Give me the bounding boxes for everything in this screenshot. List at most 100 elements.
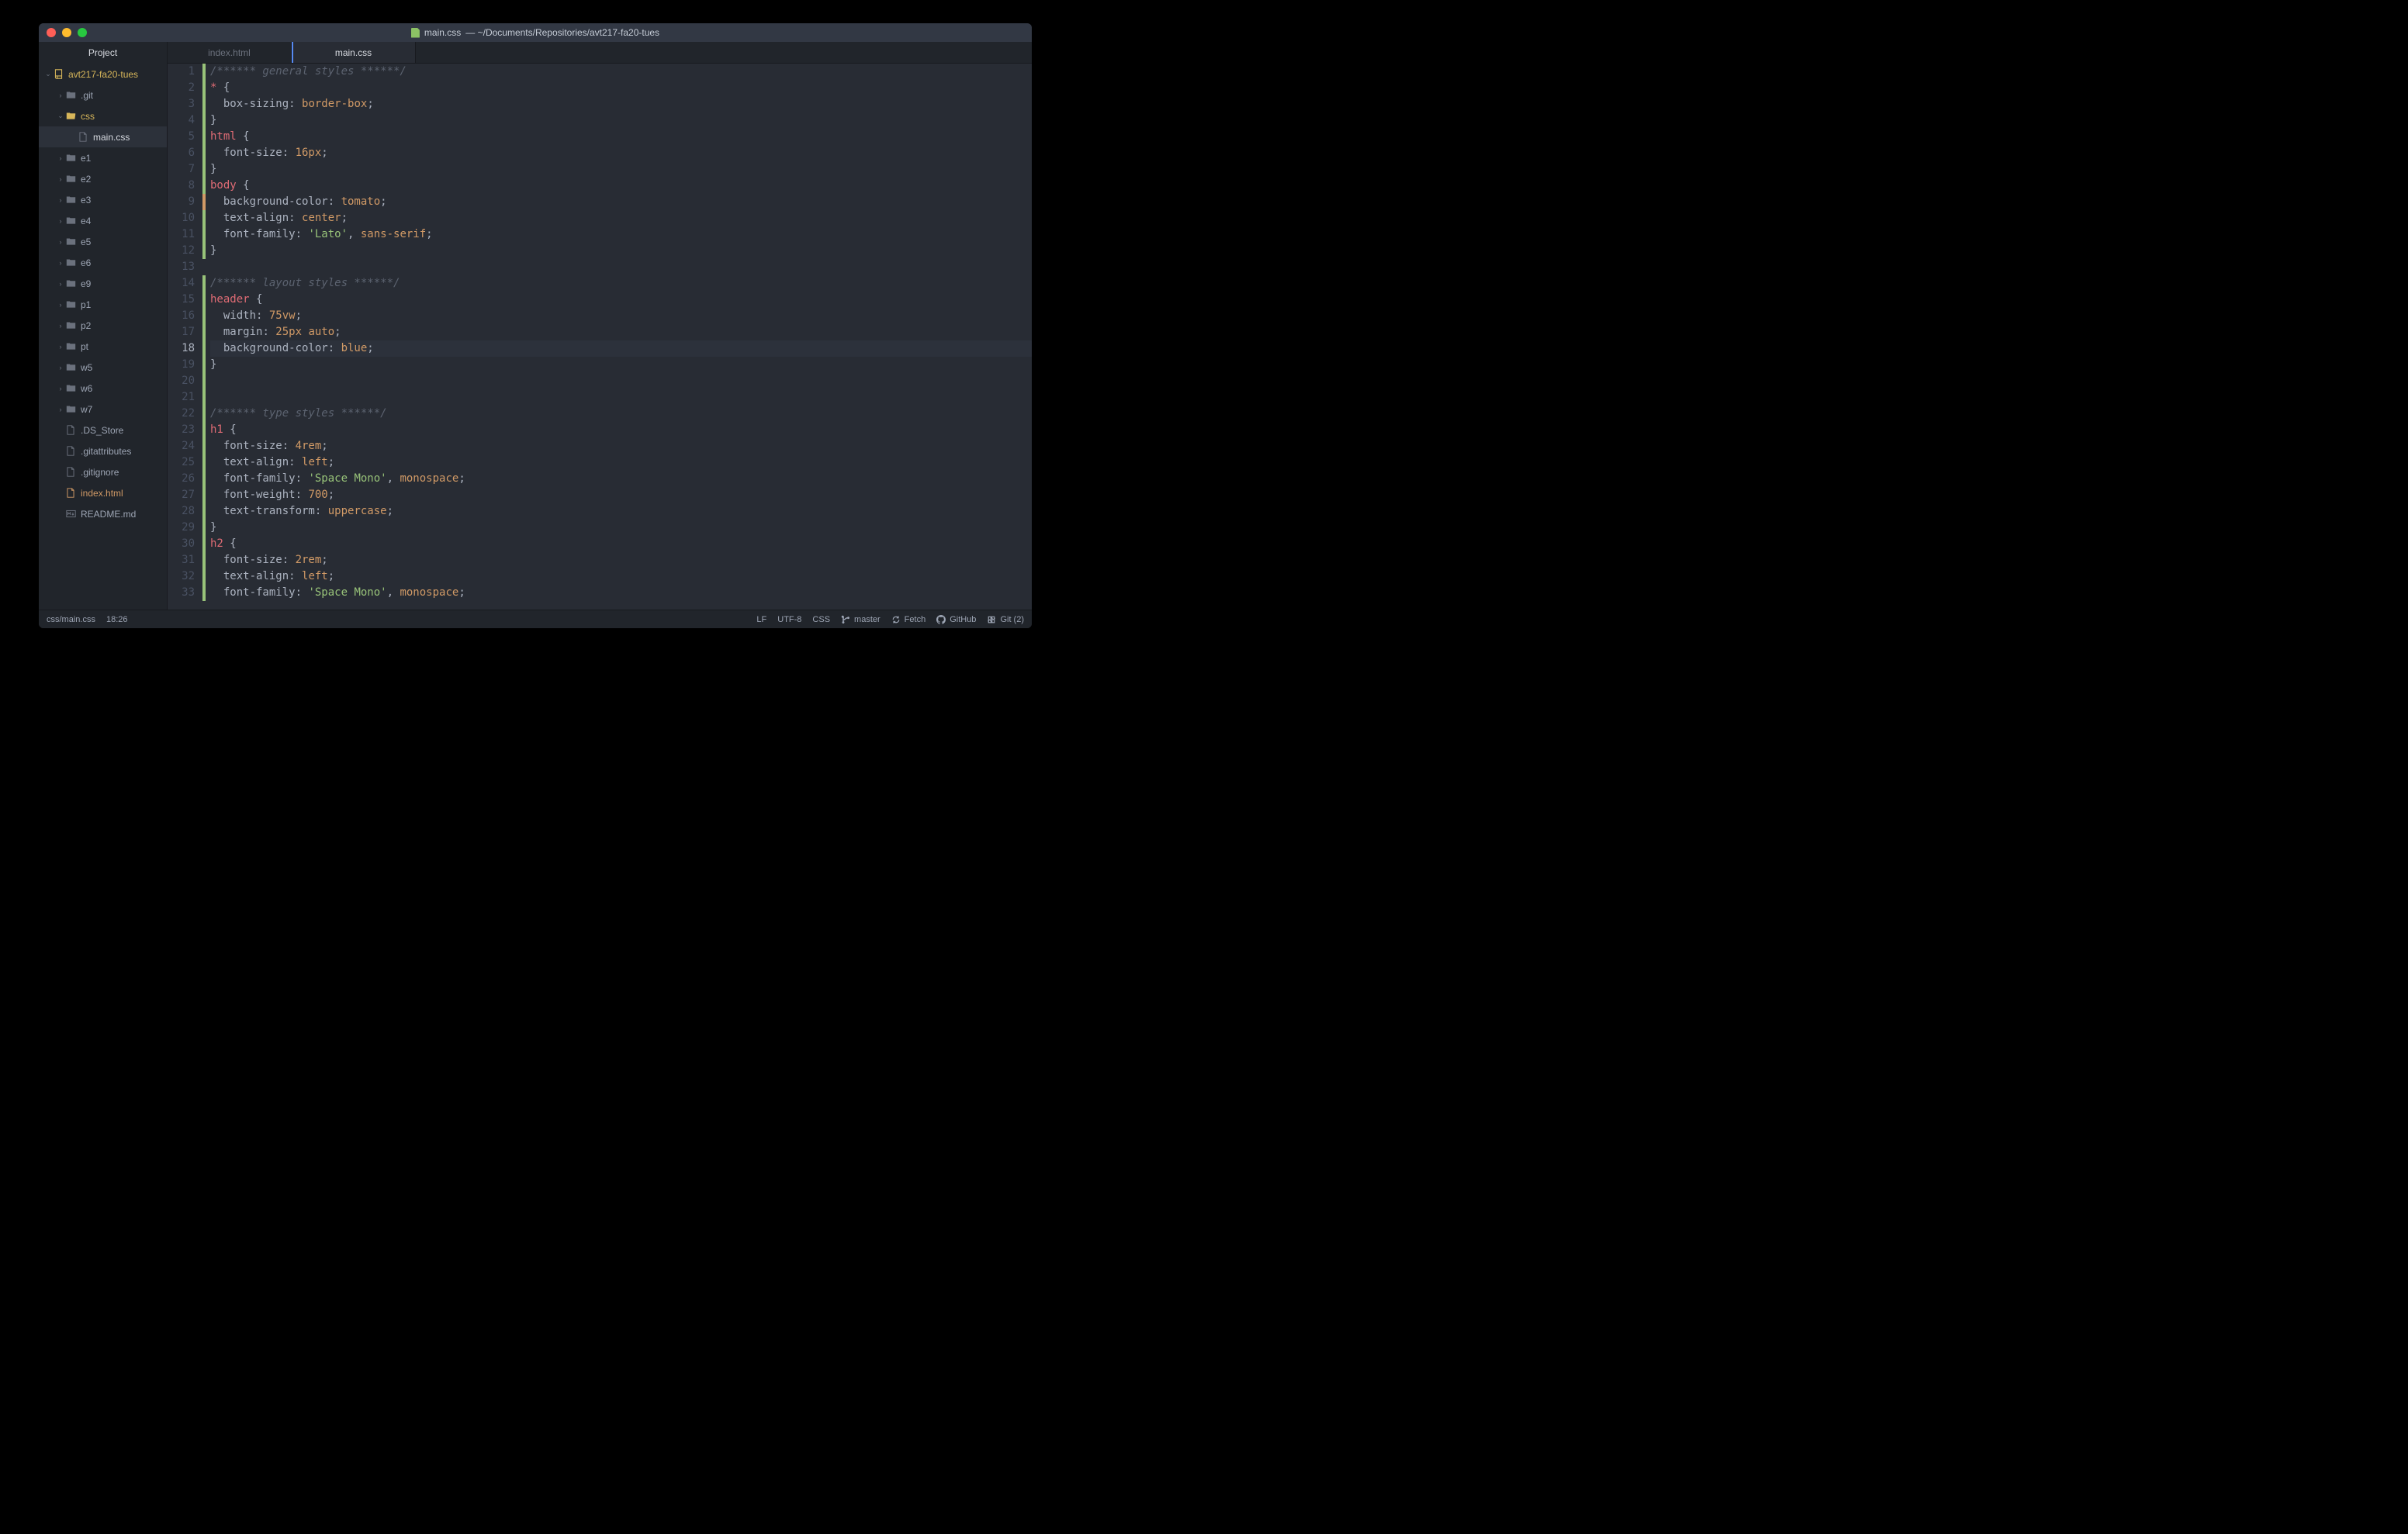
line-number[interactable]: 9 [168, 194, 195, 210]
tree-item[interactable]: ›e6 [39, 252, 167, 273]
code-line[interactable] [210, 259, 1032, 275]
titlebar[interactable]: main.css — ~/Documents/Repositories/avt2… [39, 23, 1032, 42]
tree-item[interactable]: .DS_Store [39, 420, 167, 441]
status-eol[interactable]: LF [756, 615, 766, 624]
line-number[interactable]: 26 [168, 471, 195, 487]
code-line[interactable]: body { [210, 178, 1032, 194]
tree-item[interactable]: ›w7 [39, 399, 167, 420]
status-cursor-pos[interactable]: 18:26 [106, 615, 128, 624]
tree-item[interactable]: .gitignore [39, 461, 167, 482]
tree-item[interactable]: main.css [39, 126, 167, 147]
gutter[interactable]: 1234567891011121314151617181920212223242… [168, 64, 202, 610]
line-number[interactable]: 28 [168, 503, 195, 520]
line-number[interactable]: 2 [168, 80, 195, 96]
line-number[interactable]: 12 [168, 243, 195, 259]
line-number[interactable]: 16 [168, 308, 195, 324]
tree-item[interactable]: ›e4 [39, 210, 167, 231]
code-line[interactable]: text-transform: uppercase; [210, 503, 1032, 520]
line-number[interactable]: 18 [168, 340, 195, 357]
code-line[interactable]: h2 { [210, 536, 1032, 552]
line-number[interactable]: 7 [168, 161, 195, 178]
status-branch[interactable]: master [841, 615, 881, 624]
tree-item[interactable]: ›e3 [39, 189, 167, 210]
line-number[interactable]: 29 [168, 520, 195, 536]
line-number[interactable]: 30 [168, 536, 195, 552]
code-line[interactable]: text-align: left; [210, 454, 1032, 471]
tree-item[interactable]: ›e9 [39, 273, 167, 294]
code-line[interactable]: width: 75vw; [210, 308, 1032, 324]
line-number[interactable]: 33 [168, 585, 195, 601]
tree-item[interactable]: ›p2 [39, 315, 167, 336]
status-language[interactable]: CSS [812, 615, 830, 624]
close-window-button[interactable] [47, 28, 56, 37]
line-number[interactable]: 19 [168, 357, 195, 373]
code-line[interactable]: font-size: 4rem; [210, 438, 1032, 454]
status-github[interactable]: GitHub [936, 615, 976, 624]
tree-item[interactable]: ›e1 [39, 147, 167, 168]
code-line[interactable]: * { [210, 80, 1032, 96]
code-area[interactable]: /****** general styles ******/* { box-si… [206, 64, 1032, 610]
tree-item[interactable]: README.md [39, 503, 167, 524]
line-number[interactable]: 31 [168, 552, 195, 568]
code-line[interactable]: text-align: left; [210, 568, 1032, 585]
code-line[interactable]: /****** general styles ******/ [210, 64, 1032, 80]
line-number[interactable]: 17 [168, 324, 195, 340]
code-line[interactable]: font-family: 'Lato', sans-serif; [210, 226, 1032, 243]
line-number[interactable]: 24 [168, 438, 195, 454]
code-line[interactable]: } [210, 357, 1032, 373]
minimize-window-button[interactable] [62, 28, 71, 37]
tab[interactable]: index.html [168, 42, 292, 63]
line-number[interactable]: 5 [168, 129, 195, 145]
tab[interactable]: main.css [292, 42, 416, 63]
zoom-window-button[interactable] [78, 28, 87, 37]
code-line[interactable]: header { [210, 292, 1032, 308]
tree-item[interactable]: ›.git [39, 85, 167, 105]
tree-item[interactable]: ›e2 [39, 168, 167, 189]
line-number[interactable]: 32 [168, 568, 195, 585]
tree-item[interactable]: ›p1 [39, 294, 167, 315]
line-number[interactable]: 20 [168, 373, 195, 389]
line-number[interactable]: 4 [168, 112, 195, 129]
status-file-path[interactable]: css/main.css [47, 615, 95, 624]
code-line[interactable]: font-size: 16px; [210, 145, 1032, 161]
file-tree[interactable]: ⌄avt217-fa20-tues›.git⌄cssmain.css›e1›e2… [39, 64, 167, 610]
line-number[interactable]: 6 [168, 145, 195, 161]
code-line[interactable]: } [210, 161, 1032, 178]
line-number[interactable]: 11 [168, 226, 195, 243]
code-line[interactable]: background-color: blue; [210, 340, 1032, 357]
code-line[interactable]: font-size: 2rem; [210, 552, 1032, 568]
code-line[interactable]: font-weight: 700; [210, 487, 1032, 503]
line-number[interactable]: 3 [168, 96, 195, 112]
editor[interactable]: 1234567891011121314151617181920212223242… [168, 64, 1032, 610]
line-number[interactable]: 21 [168, 389, 195, 406]
status-encoding[interactable]: UTF-8 [777, 615, 801, 624]
tree-item[interactable]: ›e5 [39, 231, 167, 252]
line-number[interactable]: 13 [168, 259, 195, 275]
line-number[interactable]: 10 [168, 210, 195, 226]
code-line[interactable]: font-family: 'Space Mono', monospace; [210, 585, 1032, 601]
tree-item[interactable]: .gitattributes [39, 441, 167, 461]
tree-item[interactable]: index.html [39, 482, 167, 503]
status-fetch[interactable]: Fetch [891, 615, 926, 624]
line-number[interactable]: 1 [168, 64, 195, 80]
tree-item[interactable]: ›w5 [39, 357, 167, 378]
code-line[interactable]: box-sizing: border-box; [210, 96, 1032, 112]
line-number[interactable]: 27 [168, 487, 195, 503]
code-line[interactable]: } [210, 112, 1032, 129]
line-number[interactable]: 15 [168, 292, 195, 308]
code-line[interactable]: h1 { [210, 422, 1032, 438]
code-line[interactable]: font-family: 'Space Mono', monospace; [210, 471, 1032, 487]
code-line[interactable]: margin: 25px auto; [210, 324, 1032, 340]
line-number[interactable]: 23 [168, 422, 195, 438]
tree-root[interactable]: ⌄avt217-fa20-tues [39, 64, 167, 85]
tree-item[interactable]: ›w6 [39, 378, 167, 399]
line-number[interactable]: 25 [168, 454, 195, 471]
line-number[interactable]: 8 [168, 178, 195, 194]
line-number[interactable]: 14 [168, 275, 195, 292]
code-line[interactable]: html { [210, 129, 1032, 145]
code-line[interactable]: background-color: tomato; [210, 194, 1032, 210]
code-line[interactable] [210, 373, 1032, 389]
status-git[interactable]: Git (2) [987, 615, 1024, 624]
code-line[interactable]: } [210, 243, 1032, 259]
code-line[interactable]: /****** type styles ******/ [210, 406, 1032, 422]
